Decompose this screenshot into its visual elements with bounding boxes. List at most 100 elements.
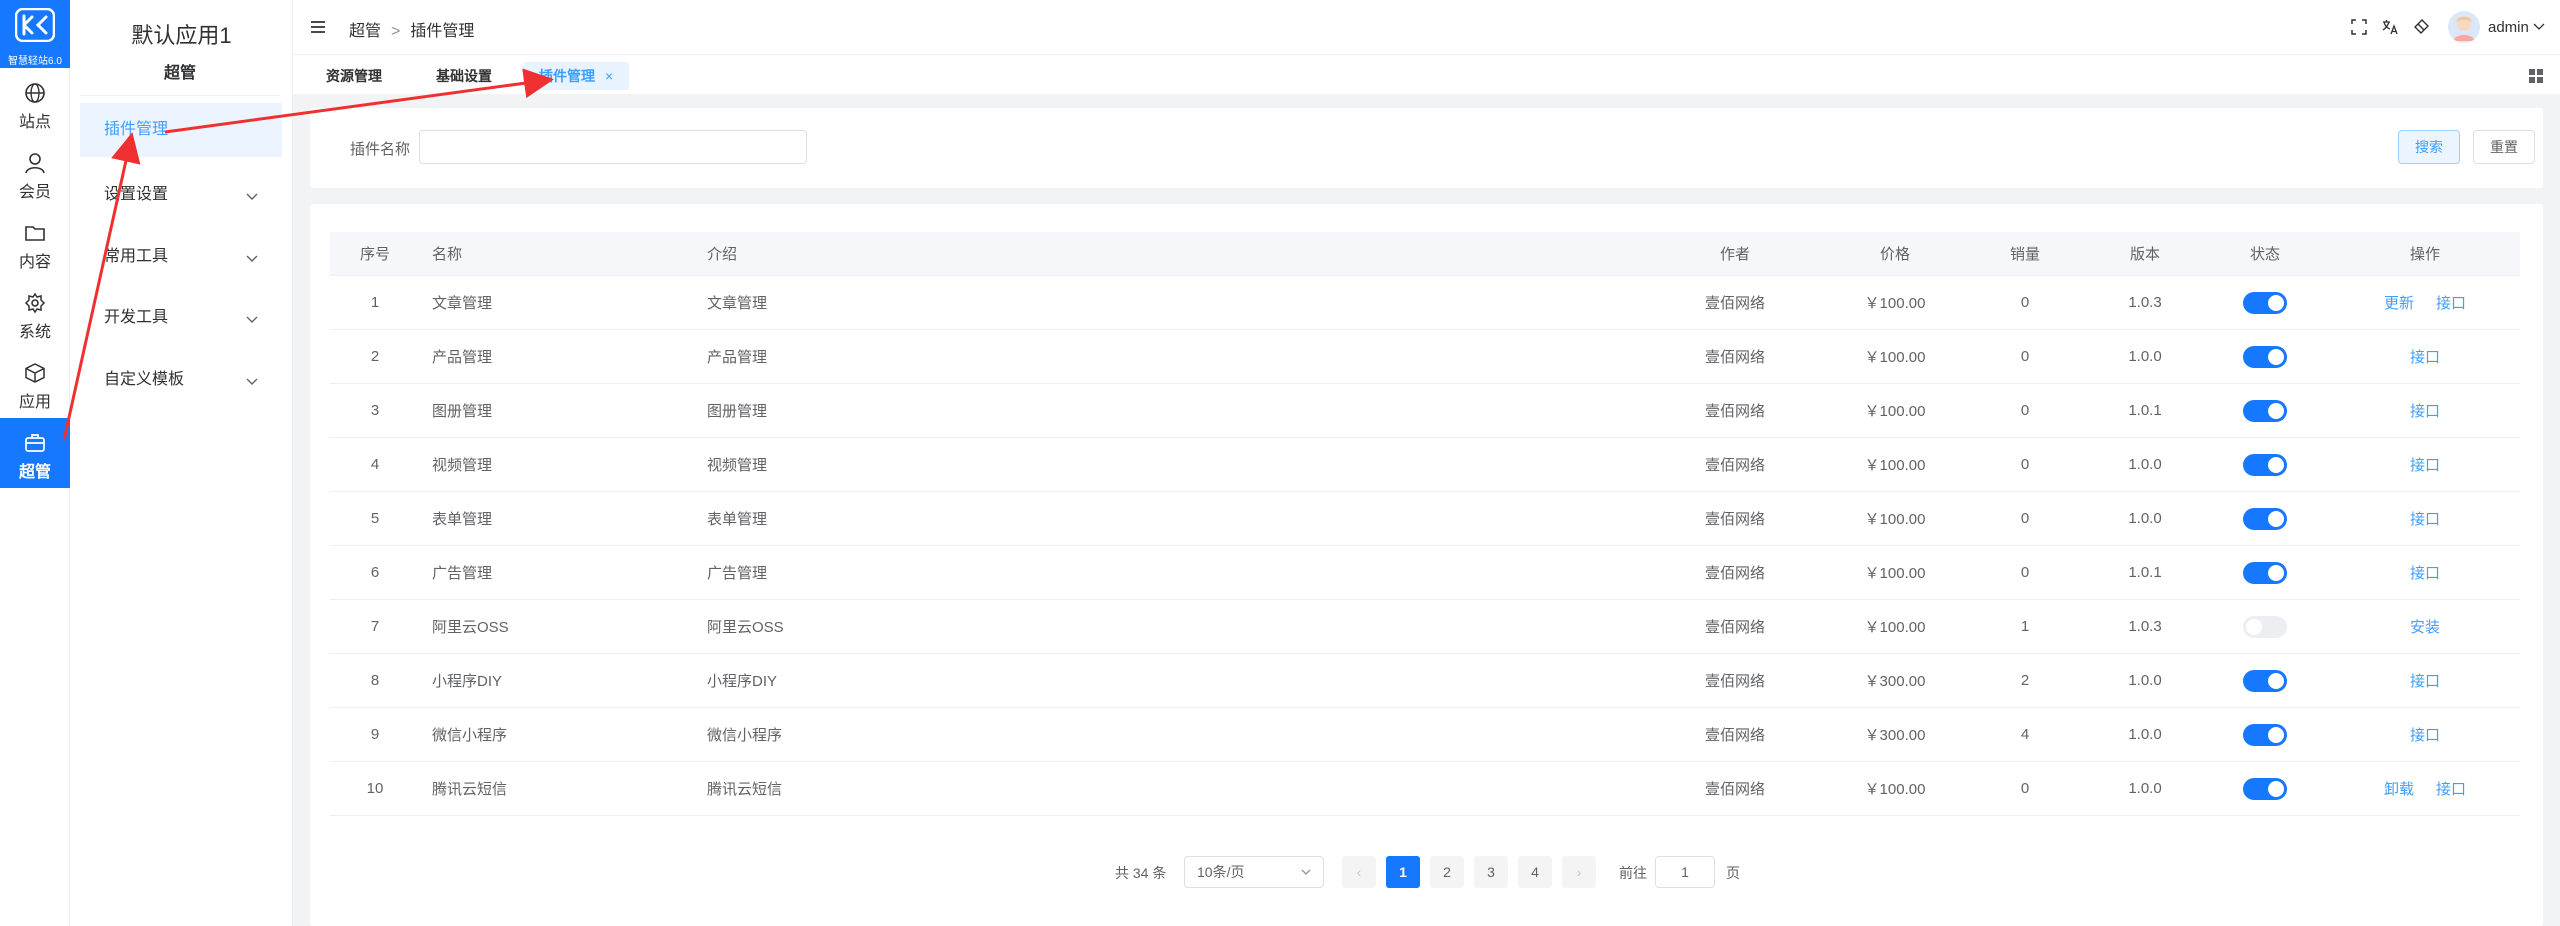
sidebar-item-4[interactable]: 开发工具 [80,291,282,345]
cell-sales: 0 [2020,564,2030,581]
chevron-down-icon [2533,23,2545,30]
nav-item-4[interactable]: 系统 [0,278,70,348]
action-link[interactable]: 接口 [2410,562,2440,583]
column-header: 状态 [2249,246,2280,263]
cell-sales: 0 [2020,402,2030,419]
cell-name: 视频管理 [432,457,493,474]
cell-price: ￥300.00 [1864,727,1926,744]
action-link[interactable]: 更新 [2384,292,2414,313]
goto-page-input[interactable]: 1 [1655,856,1715,888]
nav-item-3[interactable]: 内容 [0,208,70,278]
cell-name: 小程序DIY [432,673,503,690]
cell-actions: 接口 [2355,438,2495,491]
page-button[interactable]: 1 [1386,856,1420,888]
cell-price: ￥100.00 [1864,511,1926,528]
tabs-bar: 资源管理 基础设置 插件管理 × [293,54,2560,94]
page-button[interactable]: 3 [1474,856,1508,888]
prev-page-button[interactable]: ‹ [1342,856,1376,888]
avatar[interactable] [2448,11,2480,43]
table-row: 3 图册管理 图册管理 壹佰网络 ￥100.00 0 1.0.1 接口 [330,384,2520,438]
cell-status [2215,762,2315,815]
page-button[interactable]: 2 [1430,856,1464,888]
cell-version: 1.0.0 [2128,510,2162,527]
nav-item-1[interactable]: 站点 [0,68,70,138]
cell-actions: 接口 [2355,330,2495,383]
sidebar-item-1[interactable]: 插件管理 [80,103,282,157]
tab-plugin-management[interactable]: 插件管理 × [523,62,630,90]
cell-sales: 0 [2020,294,2030,311]
cell-price: ￥100.00 [1864,565,1926,582]
status-toggle[interactable] [2243,345,2287,368]
tab-basic-settings[interactable]: 基础设置 [420,62,508,90]
cell-actions: 接口 [2355,708,2495,761]
action-link[interactable]: 卸载 [2384,778,2414,799]
sidebar-item-3[interactable]: 常用工具 [80,230,282,284]
action-link[interactable]: 接口 [2436,292,2466,313]
fullscreen-icon[interactable] [2351,19,2367,35]
cell-price: ￥100.00 [1864,457,1926,474]
clear-cache-icon[interactable] [2413,19,2429,35]
cell-sales: 0 [2020,348,2030,365]
cell-version: 1.0.0 [2128,780,2162,797]
cell-index: 3 [370,402,380,419]
translate-icon[interactable] [2382,19,2398,35]
action-link[interactable]: 安装 [2410,616,2440,637]
plugin-name-label: 插件名称 [350,141,411,158]
column-header: 操作 [2409,246,2440,263]
cell-version: 1.0.1 [2128,564,2162,581]
action-link[interactable]: 接口 [2410,724,2440,745]
sidebar-item-2[interactable]: 设置设置 [80,168,282,222]
cell-sales: 0 [2020,780,2030,797]
action-link[interactable]: 接口 [2410,670,2440,691]
status-toggle[interactable] [2243,669,2287,692]
username[interactable]: admin [2488,19,2545,36]
action-link[interactable]: 接口 [2410,454,2440,475]
page-size-select[interactable]: 10条/页 [1184,856,1324,888]
table-row: 7 阿里云OSS 阿里云OSS 壹佰网络 ￥100.00 1 1.0.3 安装 [330,600,2520,654]
nav-item-6[interactable]: 超管 [0,418,70,488]
reset-button[interactable]: 重置 [2473,130,2535,164]
page-button[interactable]: 4 [1518,856,1552,888]
cell-actions: 接口 [2355,384,2495,437]
status-toggle[interactable] [2243,723,2287,746]
cell-price: ￥300.00 [1864,673,1926,690]
page-unit-label: 页 [1726,865,1740,881]
status-toggle[interactable] [2243,615,2287,638]
gear-icon [24,292,46,314]
sidebar-item-label: 自定义模板 [104,371,185,388]
action-link[interactable]: 接口 [2436,778,2466,799]
tab-close-icon[interactable]: × [605,68,613,84]
status-toggle[interactable] [2243,507,2287,530]
status-toggle[interactable] [2243,777,2287,800]
menu-toggle-icon[interactable] [311,20,325,34]
cell-author: 壹佰网络 [1704,781,1765,798]
status-toggle[interactable] [2243,561,2287,584]
cell-price: ￥100.00 [1864,619,1926,636]
action-link[interactable]: 接口 [2410,346,2440,367]
cell-index: 8 [370,672,380,689]
status-toggle[interactable] [2243,291,2287,314]
status-toggle[interactable] [2243,399,2287,422]
next-page-button[interactable]: › [1562,856,1596,888]
tab-resource-management[interactable]: 资源管理 [310,62,398,90]
grid-menu-icon[interactable] [2528,68,2544,84]
breadcrumb-item[interactable]: 超管 [349,23,381,40]
cell-name: 产品管理 [432,349,493,366]
status-toggle[interactable] [2243,453,2287,476]
cell-author: 壹佰网络 [1704,727,1765,744]
sidebar-item-label: 开发工具 [104,309,169,326]
cell-actions: 接口 [2355,654,2495,707]
nav-item-5[interactable]: 应用 [0,348,70,418]
table-row: 4 视频管理 视频管理 壹佰网络 ￥100.00 0 1.0.0 接口 [330,438,2520,492]
cell-actions: 接口 [2355,546,2495,599]
search-button[interactable]: 搜索 [2398,130,2460,164]
logo: 智慧轻站6.0 [0,0,70,68]
cell-status [2215,492,2315,545]
sidebar-item-5[interactable]: 自定义模板 [80,353,282,407]
action-link[interactable]: 接口 [2410,400,2440,421]
action-link[interactable]: 接口 [2410,508,2440,529]
plugin-name-input[interactable] [419,130,807,164]
breadcrumb-item: 插件管理 [410,23,475,40]
cell-version: 1.0.1 [2128,402,2162,419]
nav-item-2[interactable]: 会员 [0,138,70,208]
